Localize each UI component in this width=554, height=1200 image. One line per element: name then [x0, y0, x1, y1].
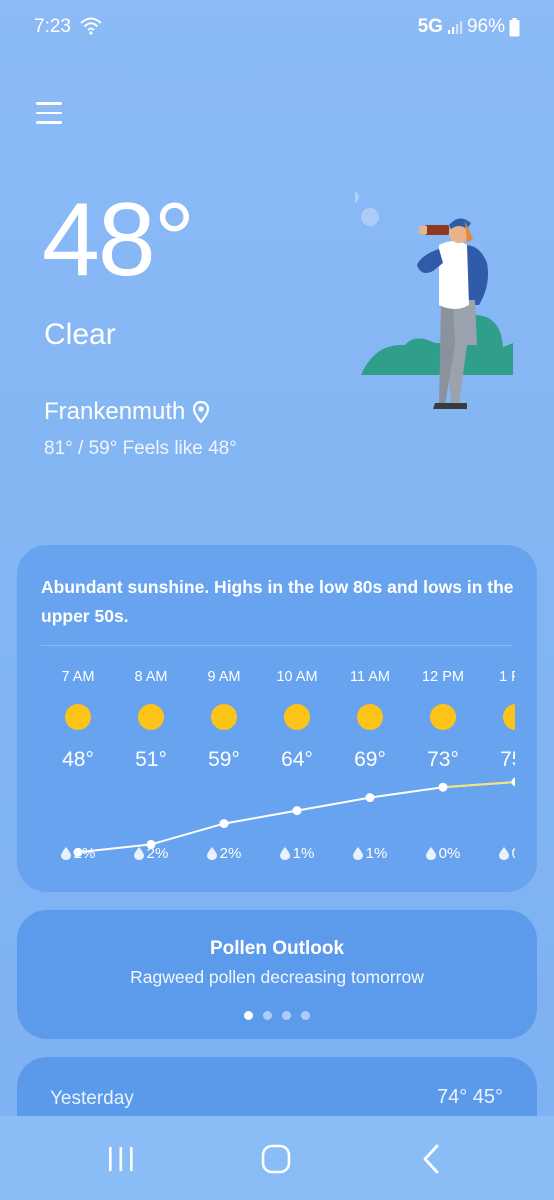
hourly-scroll[interactable]: 7 AM 48° 2% 8 AM 51° 2% 9 AM 59° 2% 10 AM 64° 1% 11 …	[17, 645, 515, 875]
hour-precip: 1%	[333, 845, 407, 862]
home-icon[interactable]	[261, 1144, 291, 1174]
location[interactable]: Frankenmuth	[44, 398, 210, 426]
sun-icon	[284, 704, 310, 730]
trend-segment-highlight	[442, 781, 515, 789]
sun-icon	[357, 704, 383, 730]
network-label: 5G	[417, 16, 443, 37]
precip-value: 1%	[365, 845, 388, 862]
hour-temp: 75°	[500, 748, 515, 771]
hour-precip: 2%	[114, 845, 188, 862]
hour-time: 12 PM	[422, 669, 464, 685]
hour-precip: 0%	[406, 845, 480, 862]
hour-precip: 2%	[187, 845, 261, 862]
raindrop-icon	[425, 847, 436, 860]
precip-value: 0%	[438, 845, 461, 862]
precip-value: 1%	[292, 845, 315, 862]
raindrop-icon	[498, 847, 509, 860]
hour-precip: 1%	[260, 845, 334, 862]
navigation-bar	[0, 1116, 554, 1200]
page-indicator	[17, 1011, 537, 1020]
hour-time: 9 AM	[207, 669, 241, 685]
hour-temp: 73°	[427, 748, 459, 771]
page-dot[interactable]	[244, 1011, 253, 1020]
forecast-summary: Abundant sunshine. Highs in the low 80s …	[41, 577, 514, 626]
trend-point	[219, 819, 229, 829]
hourly-forecast-card[interactable]: Abundant sunshine. Highs in the low 80s …	[17, 545, 537, 892]
sun-icon	[138, 704, 164, 730]
hour-time: 10 AM	[276, 669, 318, 685]
status-bar: 7:23 5G 96%	[0, 0, 554, 56]
page-dot[interactable]	[263, 1011, 272, 1020]
sun-icon	[211, 704, 237, 730]
current-condition: Clear	[44, 318, 116, 351]
trend-point	[511, 777, 515, 787]
raindrop-icon	[279, 847, 290, 860]
sun-icon	[430, 704, 456, 730]
raindrop-icon	[352, 847, 363, 860]
trend-path	[77, 781, 515, 854]
pollen-text: Ragweed pollen decreasing tomorrow	[130, 967, 424, 987]
hour-temp: 64°	[281, 748, 313, 771]
battery-percent: 96%	[466, 16, 505, 37]
page-dot[interactable]	[282, 1011, 291, 1020]
hi-lo-feels-like: 81° / 59° Feels like 48°	[44, 438, 237, 459]
weather-illustration	[355, 191, 513, 409]
trend-point	[438, 782, 448, 792]
raindrop-icon	[133, 847, 144, 860]
hour-time: 8 AM	[134, 669, 168, 685]
hour-temp: 59°	[208, 748, 240, 771]
page-dot[interactable]	[301, 1011, 310, 1020]
hour-time: 1 PM	[499, 669, 515, 685]
yesterday-temps: 74° 45°	[436, 1086, 503, 1108]
signal-icon	[447, 21, 463, 34]
status-right: 5G 96%	[418, 16, 520, 38]
back-icon[interactable]	[420, 1144, 444, 1174]
precip-value: 2%	[73, 845, 96, 862]
hour-time: 11 AM	[349, 669, 391, 685]
hour-precip: 2%	[41, 845, 115, 862]
menu-icon[interactable]	[36, 102, 62, 128]
precip-value: 2%	[146, 845, 169, 862]
trend-point	[365, 793, 375, 803]
location-name: Frankenmuth	[44, 398, 186, 425]
hour-temp: 51°	[135, 748, 167, 771]
precip-value: 2%	[219, 845, 242, 862]
pollen-outlook-card[interactable]: Pollen Outlook Ragweed pollen decreasing…	[17, 910, 537, 1039]
location-pin-icon	[193, 401, 210, 423]
status-time: 7:23	[34, 16, 71, 37]
current-temperature: 48°	[42, 182, 195, 298]
hour-precip: 0%	[479, 845, 515, 862]
precip-value: 0%	[512, 845, 515, 862]
raindrop-icon	[60, 847, 71, 860]
wifi-icon	[80, 17, 102, 35]
hour-time: 7 AM	[61, 669, 95, 685]
raindrop-icon	[206, 847, 217, 860]
pollen-title: Pollen Outlook	[209, 938, 345, 959]
trend-point	[292, 806, 302, 816]
hour-temp: 69°	[354, 748, 386, 771]
sun-icon	[65, 704, 91, 730]
hour-temp: 48°	[62, 748, 94, 771]
battery-icon	[509, 17, 520, 36]
yesterday-label: Yesterday	[50, 1088, 134, 1109]
recent-apps-icon[interactable]	[106, 1144, 136, 1174]
